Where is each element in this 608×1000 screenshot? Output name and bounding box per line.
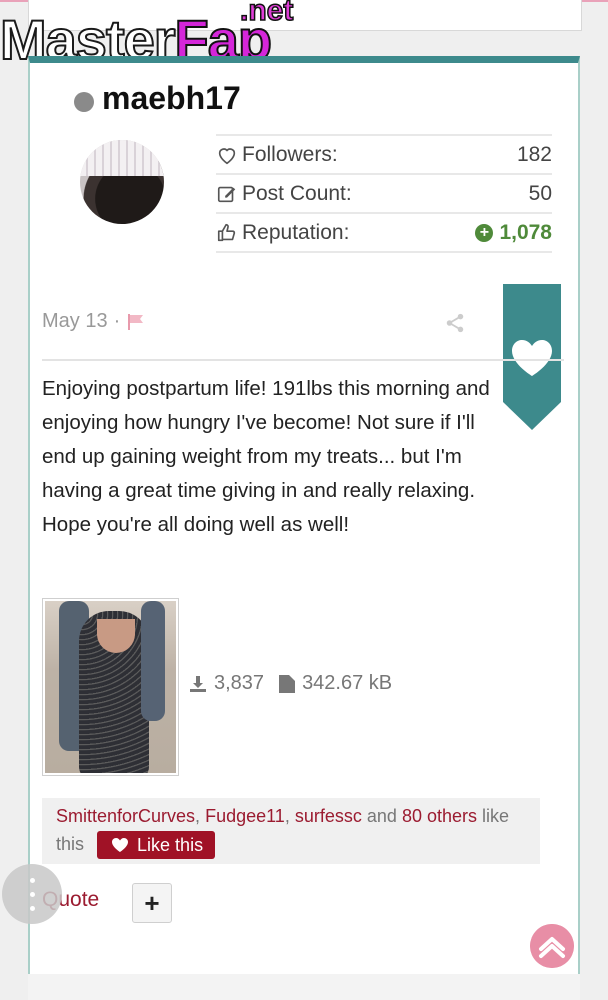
logo-tld-text: .net (239, 0, 294, 28)
stat-value: 182 (516, 142, 552, 166)
liker-link[interactable]: surfessc (295, 806, 362, 826)
liker-link[interactable]: SmittenforCurves (56, 806, 195, 826)
download-count: 3,837 (214, 672, 265, 694)
user-status-indicator (74, 92, 94, 112)
file-icon (279, 674, 296, 693)
attachment-image (45, 601, 176, 773)
post-meta: May 13 · (42, 310, 146, 333)
stat-followers[interactable]: Followers: 182 (216, 134, 552, 175)
likes-summary: SmittenforCurves, Fudgee11, surfessc and… (42, 798, 540, 864)
liker-link[interactable]: Fudgee11 (205, 806, 285, 826)
report-flag-icon[interactable] (126, 312, 146, 332)
like-button-label: Like this (137, 835, 204, 856)
like-ribbon-button[interactable] (503, 284, 561, 430)
edit-icon (217, 186, 236, 202)
user-stats: Followers: 182 Post Count: 50 Reputation… (216, 134, 552, 253)
heart-outline-icon (218, 147, 236, 164)
download-icon (190, 675, 206, 692)
like-this-button[interactable]: Like this (97, 831, 216, 860)
meta-separator: · (113, 310, 121, 332)
menu-dot (30, 878, 35, 883)
menu-dot (30, 892, 35, 897)
plus-circle-icon: + (475, 223, 494, 242)
stat-label: Reputation: (242, 220, 350, 244)
stat-value: 50 (528, 181, 552, 205)
attachment-meta: 3,837 342.67 kB (188, 672, 392, 695)
share-icon[interactable] (444, 312, 466, 334)
attachment-thumbnail[interactable] (42, 598, 179, 776)
likes-and-text: and (366, 806, 397, 826)
stat-reputation[interactable]: Reputation: + 1,078 (216, 214, 552, 253)
multiquote-button[interactable]: + (132, 883, 172, 923)
reputation-value: + 1,078 (475, 221, 552, 245)
username-link[interactable]: maebh17 (102, 80, 241, 117)
file-size: 342.67 kB (302, 672, 393, 694)
post-body: Enjoying postpartum life! 191lbs this mo… (42, 377, 490, 536)
footer-strip (28, 974, 580, 1000)
avatar[interactable] (80, 140, 164, 224)
floating-menu-button[interactable] (2, 864, 62, 924)
post-divider (42, 359, 564, 361)
others-link[interactable]: 80 others (402, 806, 477, 826)
stat-label: Followers: (242, 142, 338, 166)
thumbs-up-icon (217, 223, 236, 241)
menu-dot (30, 906, 35, 911)
stat-post-count[interactable]: Post Count: 50 (216, 175, 552, 214)
heart-icon (112, 838, 129, 853)
stat-value: 1,078 (499, 220, 552, 244)
scroll-to-top-button[interactable] (530, 924, 574, 968)
stat-label: Post Count: (242, 181, 352, 205)
post-date[interactable]: May 13 (42, 310, 108, 333)
